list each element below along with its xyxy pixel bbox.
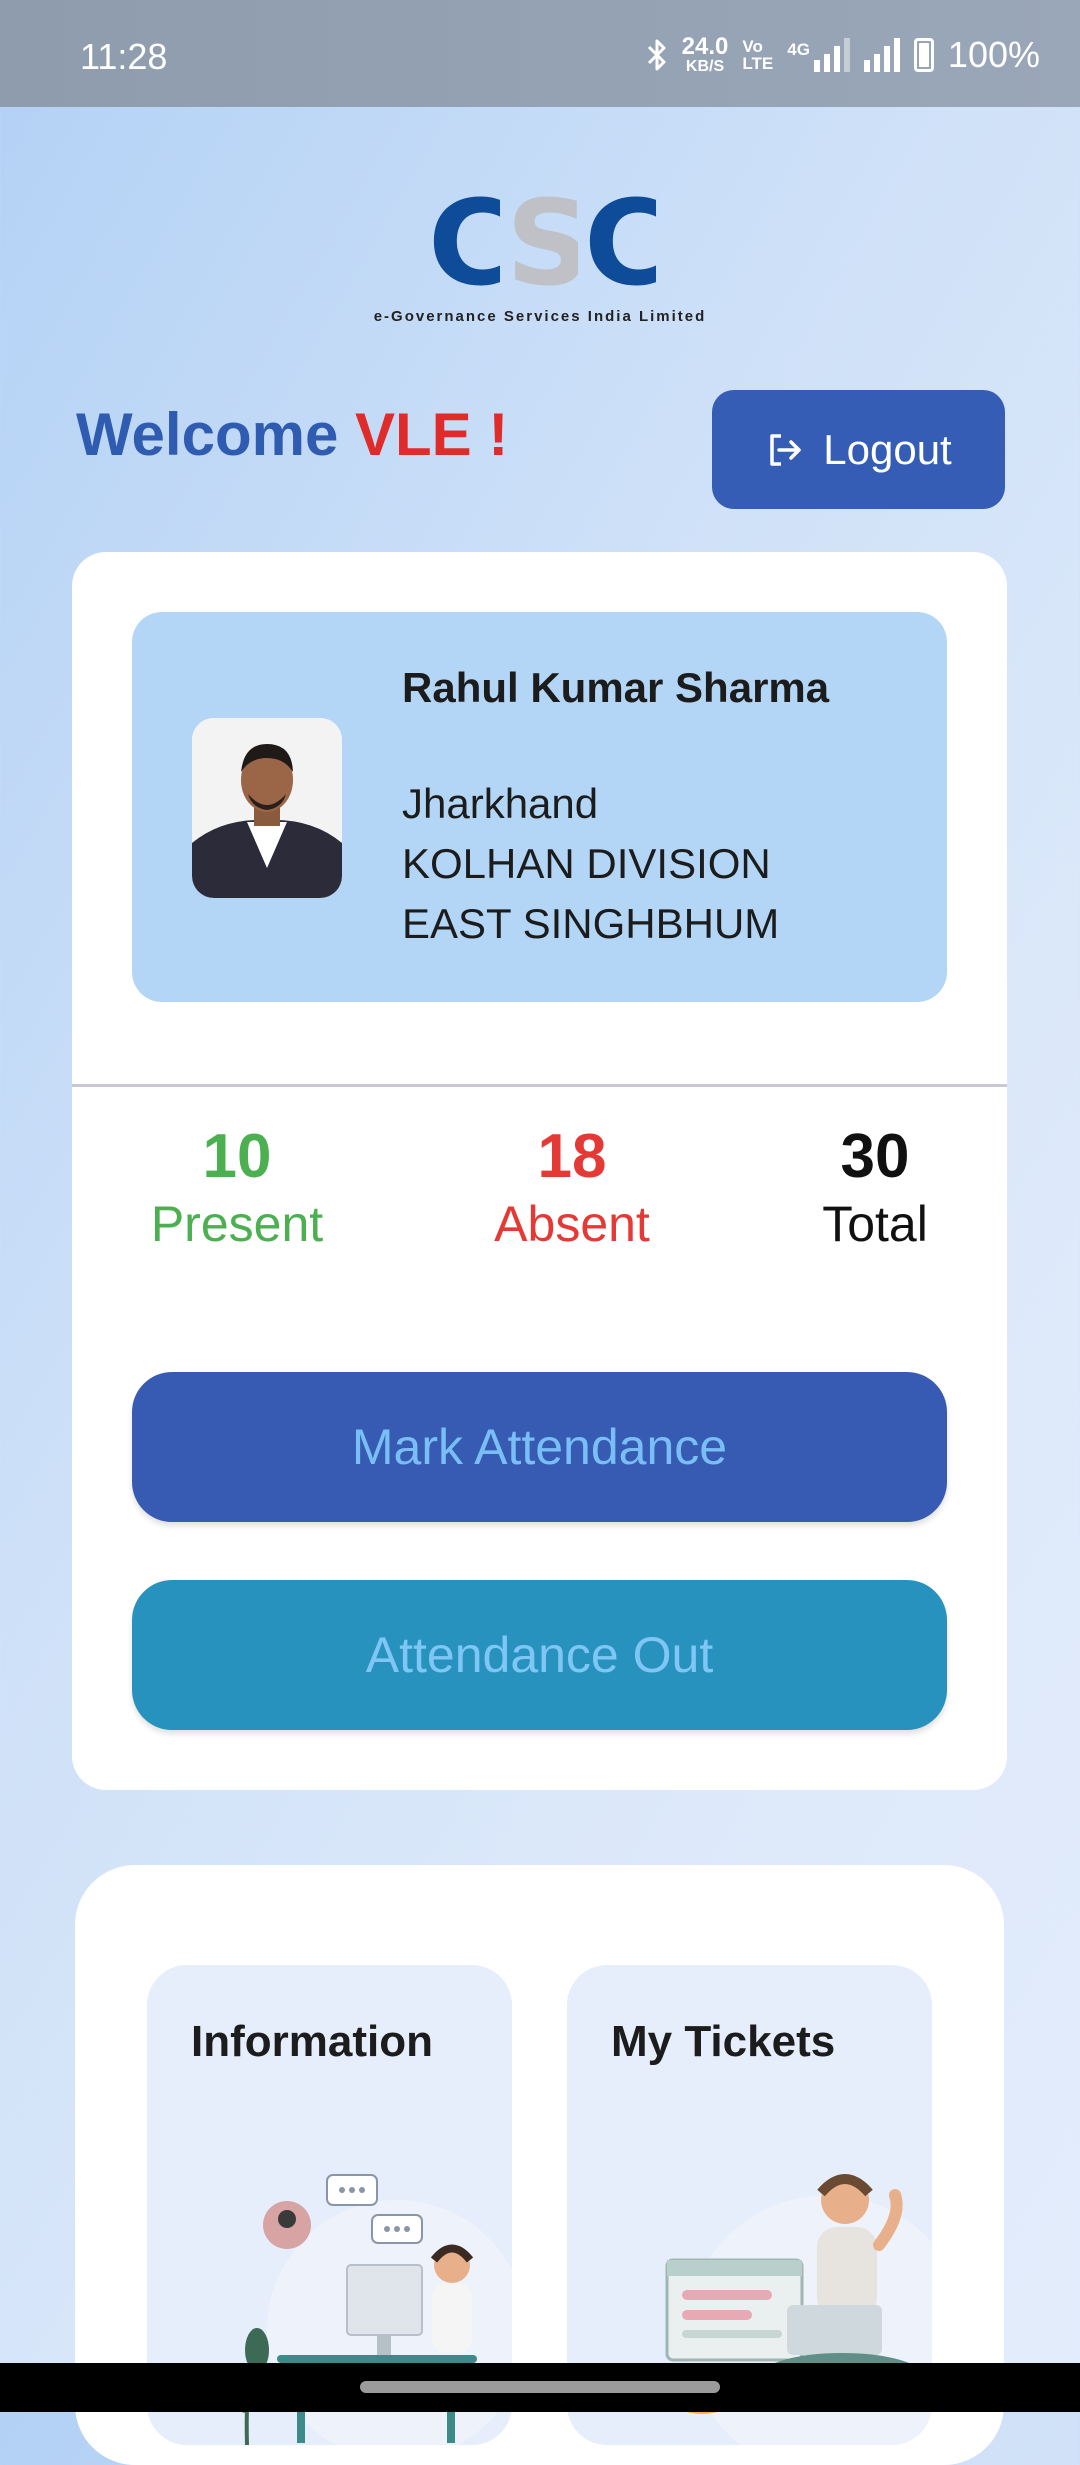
attendance-out-button[interactable]: Attendance Out (132, 1580, 947, 1730)
logout-button[interactable]: Logout (712, 390, 1005, 509)
profile-division: KOLHAN DIVISION (402, 840, 771, 887)
tile-my-tickets-title: My Tickets (611, 2017, 836, 2066)
status-bar: 11:28 24.0 KB/S Vo LTE 4G 100% (0, 0, 1080, 107)
network-indicator: 4G (787, 38, 850, 72)
absent-count: 18 (537, 1122, 607, 1191)
volte-top: Vo (742, 37, 763, 56)
absent-label: Absent (494, 1196, 650, 1253)
profile-district: EAST SINGHBHUM (402, 900, 780, 947)
total-count: 30 (840, 1122, 910, 1191)
divider (72, 1084, 1007, 1087)
volte-indicator: Vo LTE (742, 38, 773, 72)
logout-label: Logout (823, 425, 952, 473)
signal-icon (813, 38, 850, 72)
navigation-bar (0, 2363, 1080, 2412)
network-type: 4G (787, 40, 810, 59)
present-count: 10 (202, 1122, 272, 1191)
logout-icon (770, 433, 802, 466)
present-label: Present (150, 1196, 324, 1253)
profile-state: Jharkhand (402, 780, 599, 827)
net-speed: 24.0 KB/S (682, 35, 729, 75)
status-icons: 24.0 KB/S Vo LTE 4G 100% (646, 34, 1040, 76)
user-role: VLE ! (355, 401, 509, 468)
attendance-card: Rahul Kumar Sharma Jharkhand KOLHAN DIVI… (72, 552, 1007, 1790)
logo-letter-c: C (584, 188, 656, 298)
profile-name: Rahul Kumar Sharma (402, 664, 830, 711)
stat-total: 30 Total (745, 1120, 1005, 1254)
stat-absent: 18 Absent (442, 1120, 702, 1254)
volte-bottom: LTE (742, 54, 774, 73)
mark-attendance-button[interactable]: Mark Attendance (132, 1372, 947, 1522)
logo-letter-s: S (506, 188, 578, 298)
logo-letters: C S C (428, 188, 656, 298)
status-time: 11:28 (80, 36, 168, 77)
bluetooth-icon (647, 39, 666, 71)
avatar (192, 718, 342, 898)
tile-information-title: Information (191, 2017, 433, 2066)
battery-icon (913, 38, 934, 72)
stat-present: 10 Present (107, 1120, 367, 1254)
profile-panel: Rahul Kumar Sharma Jharkhand KOLHAN DIVI… (132, 612, 947, 1002)
home-gesture-handle[interactable] (360, 2381, 720, 2393)
total-label: Total (822, 1196, 928, 1253)
logo-subtitle: e-Governance Services India Limited (373, 308, 707, 325)
signal-icon (863, 38, 900, 72)
welcome-text: Welcome (76, 401, 339, 468)
csc-logo: C S C e-Governance Services India Limite… (348, 188, 732, 330)
logo-letter-c: C (428, 188, 500, 298)
net-speed-value: 24.0 (681, 33, 729, 60)
welcome-heading: Welcome VLE ! (76, 400, 508, 469)
net-speed-unit: KB/S (685, 58, 725, 75)
battery-percent: 100% (947, 34, 1040, 75)
